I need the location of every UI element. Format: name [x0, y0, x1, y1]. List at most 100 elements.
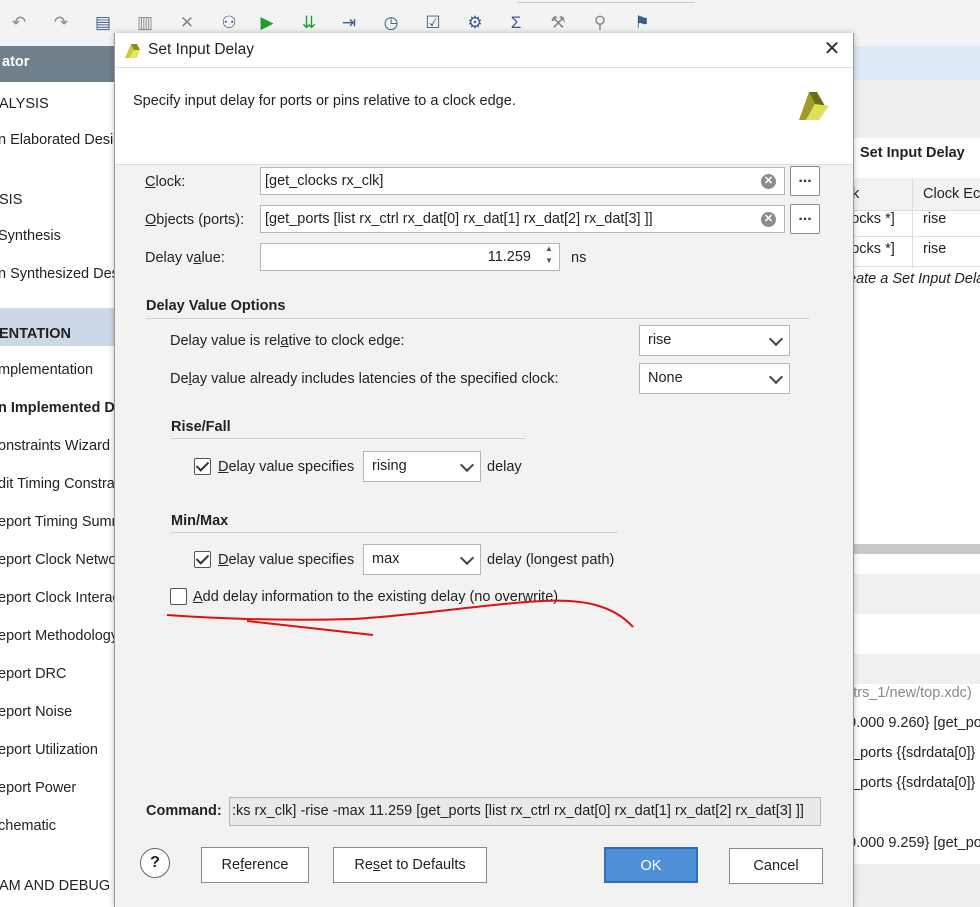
tool-icon[interactable]: ⚒	[547, 12, 569, 34]
pane-footer	[852, 864, 980, 907]
table-cell[interactable]: rise	[923, 241, 946, 257]
flow-nav-item[interactable]: SIS	[0, 192, 22, 208]
dialog-description: Specify input delay for ports or pins re…	[133, 93, 516, 109]
ok-button[interactable]: OK	[604, 847, 698, 883]
objects-label: Objects (ports):	[145, 212, 244, 228]
mnemonic: a	[280, 333, 289, 349]
min-max-value: max	[372, 551, 400, 567]
delete-icon[interactable]: ✕	[176, 12, 198, 34]
browse-clock-button[interactable]: ...	[790, 166, 820, 196]
browse-objects-button[interactable]: ...	[790, 204, 820, 234]
spin-up-icon[interactable]: ▲	[539, 243, 559, 255]
xilinx-logo-icon	[799, 92, 829, 120]
pin-icon[interactable]: ⚲	[589, 12, 611, 34]
checkmark-icon	[195, 551, 210, 565]
xdc-code-line: 0.000 9.260} [get_po	[852, 715, 980, 731]
redo-icon[interactable]: ↷	[50, 12, 72, 34]
cancel-button[interactable]: Cancel	[729, 848, 823, 884]
relative-edge-select[interactable]: rise	[639, 325, 790, 356]
rise-fall-select[interactable]: rising	[363, 451, 481, 482]
flow-nav-item[interactable]: AM AND DEBUG	[0, 878, 110, 894]
rise-fall-suffix: delay	[487, 459, 522, 475]
settings-icon[interactable]: ⚙	[464, 12, 486, 34]
chevron-down-icon	[768, 369, 784, 385]
pane-title: Set Input Delay	[860, 145, 965, 161]
flow-nav-item[interactable]: eport DRC	[0, 666, 67, 682]
table-cell[interactable]: locks *]	[852, 211, 895, 227]
min-max-check-label[interactable]: Delay value specifies	[218, 552, 354, 568]
delay-options-title: Delay Value Options	[146, 298, 286, 314]
mnemonic: C	[145, 174, 156, 190]
flow-nav-item[interactable]: mplementation	[0, 362, 93, 378]
pane-splitter[interactable]	[852, 544, 980, 554]
undo-icon[interactable]: ↶	[8, 12, 30, 34]
flow-nav-item[interactable]: n Elaborated Design	[0, 132, 129, 148]
reset-defaults-button[interactable]: Reset to Defaults	[333, 847, 487, 883]
copy-icon[interactable]: ▤	[92, 12, 114, 34]
flow-nav-item[interactable]: ALYSIS	[0, 96, 49, 112]
latency-select[interactable]: None	[639, 363, 790, 394]
relative-edge-value: rise	[648, 332, 672, 348]
chevron-down-icon	[459, 457, 475, 473]
command-field[interactable]: :ks rx_clk] -rise -max 11.259 [get_ports…	[229, 797, 821, 826]
help-button[interactable]: ?	[140, 848, 170, 878]
flow-nav-item[interactable]: chematic	[0, 818, 56, 834]
column-header-clock-edge-label: Clock Ec	[923, 186, 980, 202]
min-max-title: Min/Max	[171, 513, 229, 529]
spin-down-icon[interactable]: ▼	[539, 255, 559, 267]
step-icon[interactable]: ⇊	[298, 12, 320, 34]
red-annotation-stroke	[166, 599, 634, 636]
timing-constraints-pane: Set Input Delay k Clock Ec locks *] rise…	[852, 46, 980, 907]
paste-icon[interactable]: ▥	[134, 12, 156, 34]
marker-icon[interactable]: ⚑	[631, 12, 653, 34]
run-to-icon[interactable]: ⇥	[338, 12, 360, 34]
min-max-checkbox[interactable]	[194, 551, 211, 568]
create-constraint-hint[interactable]: eate a Set Input Dela	[852, 271, 980, 287]
close-icon[interactable]: ✕	[819, 36, 845, 62]
xdc-file-path: strs_1/new/top.xdc)	[852, 685, 972, 701]
flow-nav-item[interactable]: eport Utilization	[0, 742, 98, 758]
flow-navigator-header: ator	[0, 46, 114, 82]
checklist-icon[interactable]: ☑	[422, 12, 444, 34]
column-divider	[912, 178, 913, 268]
clock-label-text: Clock:	[145, 174, 186, 190]
delay-value-input[interactable]: 11.259	[260, 243, 560, 271]
rise-fall-check-label[interactable]: Delay value specifies	[218, 459, 354, 475]
objects-field[interactable]: [get_ports [list rx_ctrl rx_dat[0] rx_da…	[260, 205, 785, 233]
command-label: Command:	[146, 803, 222, 819]
flow-nav-item[interactable]: onstraints Wizard	[0, 438, 110, 454]
dialog-description-area: Specify input delay for ports or pins re…	[115, 68, 853, 165]
table-cell[interactable]: rise	[923, 211, 946, 227]
clear-clock-icon[interactable]: ✕	[761, 174, 776, 189]
timer-icon[interactable]: ◷	[380, 12, 402, 34]
latency-value: None	[648, 370, 683, 386]
xilinx-logo-icon	[125, 44, 140, 58]
section-divider	[146, 318, 809, 319]
table-cell[interactable]: locks *]	[852, 241, 895, 257]
row-divider	[852, 236, 980, 237]
xdc-code-line: 0.000 9.259} [get_po	[852, 835, 980, 851]
dialog-titlebar[interactable]: Set Input Delay ✕	[115, 33, 853, 68]
column-header-clock-edge[interactable]: Clock Ec	[913, 178, 980, 211]
column-header-clock[interactable]: k	[852, 178, 912, 211]
xdc-code-line: t_ports {{sdrdata[0]}	[852, 775, 976, 791]
sum-icon[interactable]: Σ	[505, 12, 527, 34]
flow-nav-item[interactable]: eport Methodology	[0, 628, 118, 644]
find-icon[interactable]: ⚇	[218, 12, 240, 34]
mnemonic: a	[193, 250, 202, 266]
mnemonic: f	[240, 857, 245, 873]
flow-nav-item[interactable]: eport Noise	[0, 704, 72, 720]
row-divider	[852, 266, 980, 267]
reference-button[interactable]: Reference	[201, 847, 309, 883]
delay-spinner[interactable]: ▲ ▼	[539, 243, 559, 271]
mnemonic: O	[145, 212, 157, 228]
flow-nav-item[interactable]: eport Power	[0, 780, 76, 796]
clear-objects-icon[interactable]: ✕	[761, 212, 776, 227]
clock-field[interactable]: [get_clocks rx_clk]	[260, 167, 785, 195]
min-max-select[interactable]: max	[363, 544, 481, 575]
run-icon[interactable]: ▶	[256, 12, 278, 34]
flow-nav-item[interactable]: ENTATION	[0, 326, 71, 342]
objects-label-text: Objects (ports):	[145, 212, 245, 228]
rise-fall-checkbox[interactable]	[194, 458, 211, 475]
flow-nav-item[interactable]: Synthesis	[0, 228, 61, 244]
